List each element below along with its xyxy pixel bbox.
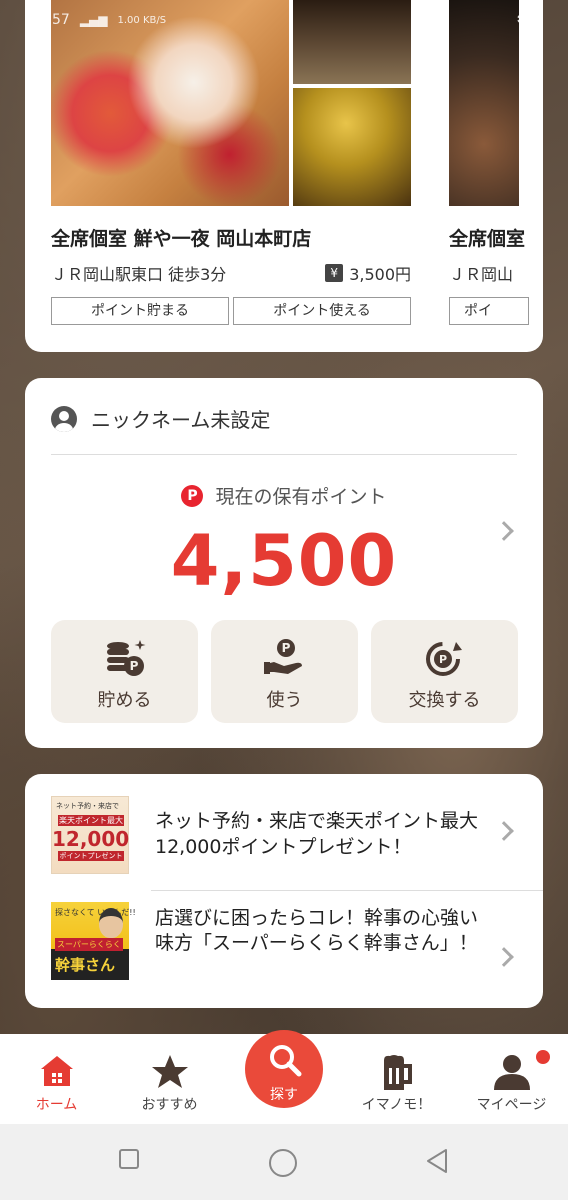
system-navigation-bar	[0, 1124, 568, 1200]
promo-thumb-12000: ネット予約・来店で 楽天ポイント最大 12,000 ポイントプレゼント	[51, 796, 129, 874]
points-actions: P 貯める P 使う P 交換する	[51, 620, 518, 723]
chevron-right-icon	[494, 947, 514, 967]
points-card: ニックネーム未設定 P 現在の保有ポイント 4,500 P 貯める P 使う P…	[25, 378, 543, 748]
divider	[51, 454, 517, 455]
home-icon	[40, 1056, 73, 1086]
restaurant-name-next: 全席個室	[449, 228, 526, 250]
restaurant-card[interactable]: 全席個室 鮮や一夜 岡山本町店 ＪＲ岡山駅東口 徒歩3分 ¥ 3,500円 ポイ…	[51, 0, 411, 325]
chevron-right-icon	[494, 821, 514, 841]
hand-point-icon: P	[263, 639, 302, 674]
svg-text:P: P	[281, 641, 290, 655]
nav-mypage-label: マイページ	[476, 1097, 547, 1113]
nav-home[interactable]: ホーム	[0, 1034, 113, 1124]
price-value: 3,500円	[349, 265, 411, 284]
restaurant-photo-room	[293, 88, 411, 206]
promotions-card: ネット予約・来店で 楽天ポイント最大 12,000 ポイントプレゼント ネット予…	[25, 774, 543, 1008]
promo-text: 店選びに困ったらコレ！幹事の心強い味方「スーパーらくらく幹事さん」！	[155, 907, 479, 954]
restaurant-access: ＪＲ岡山駅東口 徒歩3分	[51, 265, 227, 284]
star-icon	[151, 1055, 188, 1088]
svg-text:P: P	[129, 659, 138, 673]
restaurant-name: 全席個室 鮮や一夜 岡山本町店	[51, 228, 312, 250]
restaurant-carousel-card: 全席個室 鮮や一夜 岡山本町店 ＪＲ岡山駅東口 徒歩3分 ¥ 3,500円 ポイ…	[25, 0, 543, 352]
exchange-icon: P	[425, 642, 462, 676]
network-speed: 1.00 KB/S	[117, 14, 167, 26]
nav-search-label: 探す	[270, 1087, 298, 1103]
exchange-label: 交換する	[408, 690, 481, 711]
battery-icon: ▮	[536, 12, 544, 28]
back-icon[interactable]	[424, 1148, 450, 1174]
nickname-row[interactable]: ニックネーム未設定	[51, 404, 270, 433]
nav-home-label: ホーム	[35, 1097, 78, 1113]
nav-recommend-label: おすすめ	[141, 1097, 198, 1113]
coins-icon: P	[106, 640, 145, 676]
home-button-icon[interactable]	[268, 1148, 298, 1178]
promo-text: ネット予約・来店で楽天ポイント最大12,000ポイントプレゼント！	[155, 810, 479, 858]
person-illustration	[99, 908, 123, 938]
nav-recommend[interactable]: おすすめ	[113, 1034, 226, 1124]
earn-points-button[interactable]: P 貯める	[51, 620, 198, 723]
promo-thumb-kanji: 探さなくて いいんだ!! スーパーらくらく 幹事さん	[51, 902, 136, 980]
nav-imanomo-label: イマノモ！	[361, 1097, 432, 1113]
user-icon	[51, 405, 77, 432]
nickname-label: ニックネーム未設定	[91, 408, 271, 432]
exchange-points-button[interactable]: P 交換する	[371, 620, 518, 723]
nav-imanomo[interactable]: イマノモ！	[340, 1034, 453, 1124]
nav-search-button[interactable]: 探す	[245, 1030, 323, 1108]
divider	[151, 890, 543, 891]
tag-points-use: ポイント使える	[233, 297, 411, 325]
points-label: 現在の保有ポイント	[215, 486, 387, 508]
nav-mypage[interactable]: マイページ	[455, 1034, 568, 1124]
promo-item-net-reservation[interactable]: ネット予約・来店で 楽天ポイント最大 12,000 ポイントプレゼント ネット予…	[51, 796, 543, 890]
points-label-row: P 現在の保有ポイント	[25, 482, 543, 509]
notification-dot	[536, 1050, 550, 1064]
status-icons: ✱ ▮	[517, 12, 544, 28]
svg-text:P: P	[438, 653, 446, 666]
search-icon	[270, 1045, 302, 1077]
restaurant-price: ¥ 3,500円	[325, 261, 411, 285]
restaurant-card-next[interactable]: 全席個室 ＪＲ岡山 ポイ	[449, 0, 543, 325]
yen-icon: ¥	[325, 264, 344, 282]
bluetooth-icon: ✱	[516, 12, 529, 28]
use-points-button[interactable]: P 使う	[211, 620, 358, 723]
points-balance[interactable]: 4,500	[25, 520, 543, 602]
use-label: 使う	[266, 690, 303, 711]
status-time: 57	[52, 12, 70, 28]
restaurant-access-next: ＪＲ岡山	[449, 265, 514, 284]
signal-icon: ▂▄▆	[79, 13, 108, 27]
earn-label: 貯める	[97, 690, 152, 711]
recent-apps-icon[interactable]	[118, 1148, 140, 1170]
rakuten-point-icon: P	[181, 484, 204, 507]
beer-mug-icon	[383, 1055, 412, 1090]
tag-points-earn: ポイント貯まる	[51, 297, 229, 325]
tag-next: ポイ	[449, 297, 529, 325]
person-icon	[493, 1055, 530, 1090]
bottom-navigation: ホーム おすすめ 探す イマノモ！ マイページ	[0, 1030, 568, 1124]
status-bar: 57 ▂▄▆ 1.00 KB/S ✱ ▮	[0, 0, 568, 40]
promo-item-kanji-san[interactable]: 探さなくて いいんだ!! スーパーらくらく 幹事さん 店選びに困ったらコレ！幹事…	[51, 902, 543, 996]
